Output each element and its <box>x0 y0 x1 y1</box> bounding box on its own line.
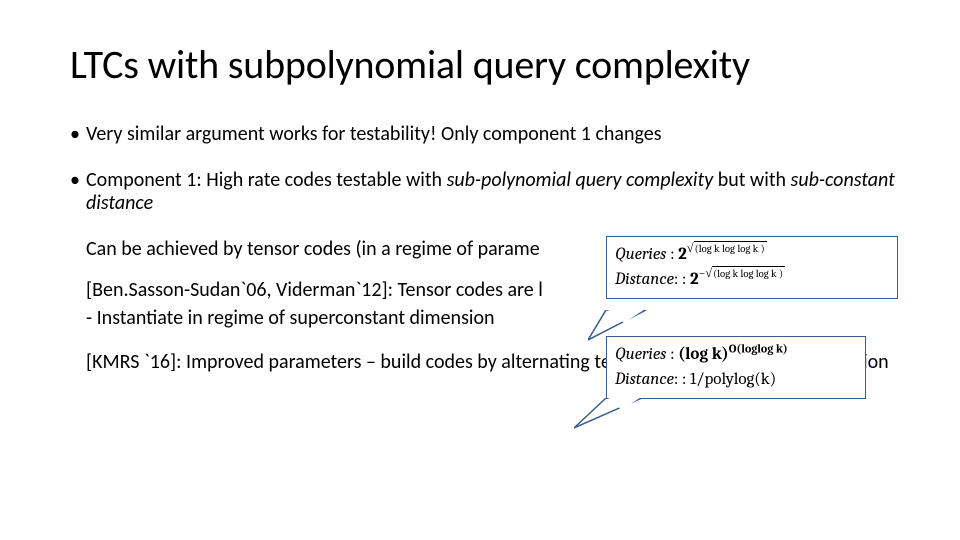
callout-2-q-colon: : <box>666 345 678 364</box>
bullet-2-part-a: Component 1: High rate codes testable wi… <box>86 168 447 192</box>
callout-1-q-colon: : <box>666 245 678 264</box>
callout-2-queries: Queries : (log k)O(loglog k) <box>615 343 857 368</box>
callout-1-queries: Queries : 2√(log k log log k ) <box>615 243 889 268</box>
bullet-2-part-b: but with <box>713 168 790 192</box>
callout-1-d-base: 2 <box>690 270 699 289</box>
callout-2-q-base: (log k) <box>678 345 729 364</box>
callout-1-d-exp: −√(log k log log k ) <box>699 266 786 280</box>
callout-2-q-sup-text: O(loglog k) <box>729 341 788 355</box>
callout-1-q-radicand: (log k log log k ) <box>694 241 767 255</box>
radical-icon: √ <box>687 241 694 255</box>
bullet-2-text: Component 1: High rate codes testable wi… <box>86 169 900 216</box>
bullet-dot <box>70 169 86 216</box>
para-instantiate: - Instantiate in regime of superconstant… <box>86 307 900 331</box>
callout-1-q-exp: √(log k log log k ) <box>687 241 767 255</box>
callout-2-d-label: Distance <box>615 370 674 389</box>
callout-tail-mask-icon <box>588 310 648 350</box>
bullet-2: Component 1: High rate codes testable wi… <box>70 169 900 216</box>
callout-2-distance: Distance: : 1/polylog(k) <box>615 368 857 393</box>
callout-1-inner: Queries : 2√(log k log log k ) Distance:… <box>607 237 897 298</box>
callout-2-d-colon: : : <box>674 370 690 389</box>
slide-title: LTCs with subpolynomial query complexity <box>70 40 900 89</box>
bullet-1-text: Very similar argument works for testabil… <box>86 123 900 147</box>
callout-queries-distance-1: Queries : 2√(log k log log k ) Distance:… <box>606 236 898 299</box>
callout-1-d-radicand: (log k log log k ) <box>712 266 785 280</box>
bullet-1: Very similar argument works for testabil… <box>70 123 900 147</box>
bullet-dot <box>70 123 86 147</box>
callout-1-q-label: Queries <box>615 245 666 264</box>
callout-1-d-colon: : : <box>674 270 690 289</box>
callout-2-d-expr: 1/polylog(k) <box>690 370 776 389</box>
slide: LTCs with subpolynomial query complexity… <box>0 0 960 540</box>
callout-1-d-label: Distance <box>615 270 674 289</box>
callout-1-q-base: 2 <box>678 245 687 264</box>
callout-2-q-sup: O(loglog k) <box>729 341 788 355</box>
callout-1-distance: Distance: : 2−√(log k log log k ) <box>615 268 889 293</box>
callout-tail-mask-icon <box>574 398 644 438</box>
callout-1-d-neg: − <box>699 266 706 280</box>
bullet-2-em1: sub-polynomial query complexity <box>447 168 714 192</box>
